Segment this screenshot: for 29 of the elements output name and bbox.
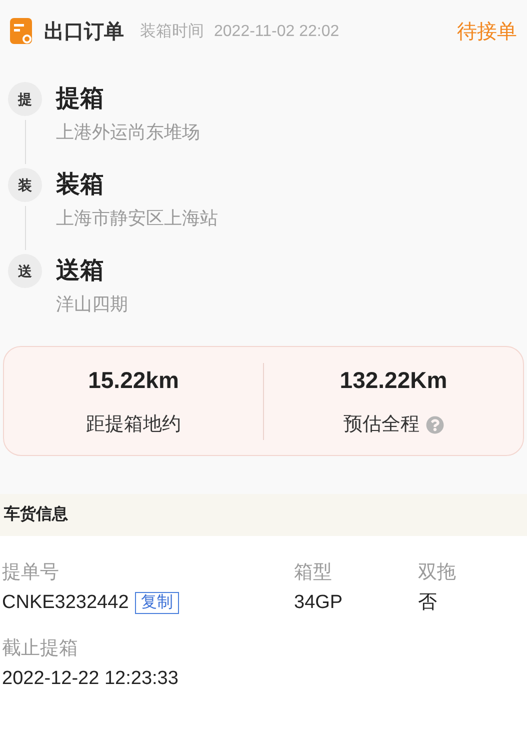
distance-value: 15.22km xyxy=(88,366,179,394)
distance-label: 距提箱地约 xyxy=(86,413,181,437)
copy-button[interactable]: 复制 xyxy=(134,592,179,614)
field-label: 截止提箱 xyxy=(2,637,79,661)
field-label: 双拖 xyxy=(418,561,457,585)
help-icon[interactable] xyxy=(426,416,444,434)
document-icon xyxy=(10,18,34,46)
stop-title: 送箱 xyxy=(56,256,105,286)
stop-title: 提箱 xyxy=(56,84,105,114)
stop-place: 上港外运尚东堆场 xyxy=(56,121,200,144)
stop-badge: 提 xyxy=(8,82,42,116)
order-status: 待接单 xyxy=(457,20,517,45)
field-value: CNKE3232442 xyxy=(2,591,129,615)
distance-label: 预估全程 xyxy=(344,413,420,437)
stop-badge: 装 xyxy=(8,168,42,202)
stop-title: 装箱 xyxy=(56,170,105,200)
packing-time: 2022-11-02 22:02 xyxy=(214,22,340,42)
field-value: 否 xyxy=(418,591,437,615)
packing-time-label: 装箱时间 xyxy=(140,22,204,42)
stop-badge: 送 xyxy=(8,254,42,288)
order-type: 出口订单 xyxy=(44,20,124,45)
field-value: 34GP xyxy=(294,591,343,615)
distance-value: 132.22Km xyxy=(340,366,448,394)
field-value: 2022-12-22 12:23:33 xyxy=(2,667,178,691)
stop-place: 上海市静安区上海站 xyxy=(56,207,218,230)
stop-place: 洋山四期 xyxy=(56,293,128,316)
field-label: 提单号 xyxy=(2,561,60,585)
section-title: 车货信息 xyxy=(4,504,68,525)
field-label: 箱型 xyxy=(294,561,333,585)
